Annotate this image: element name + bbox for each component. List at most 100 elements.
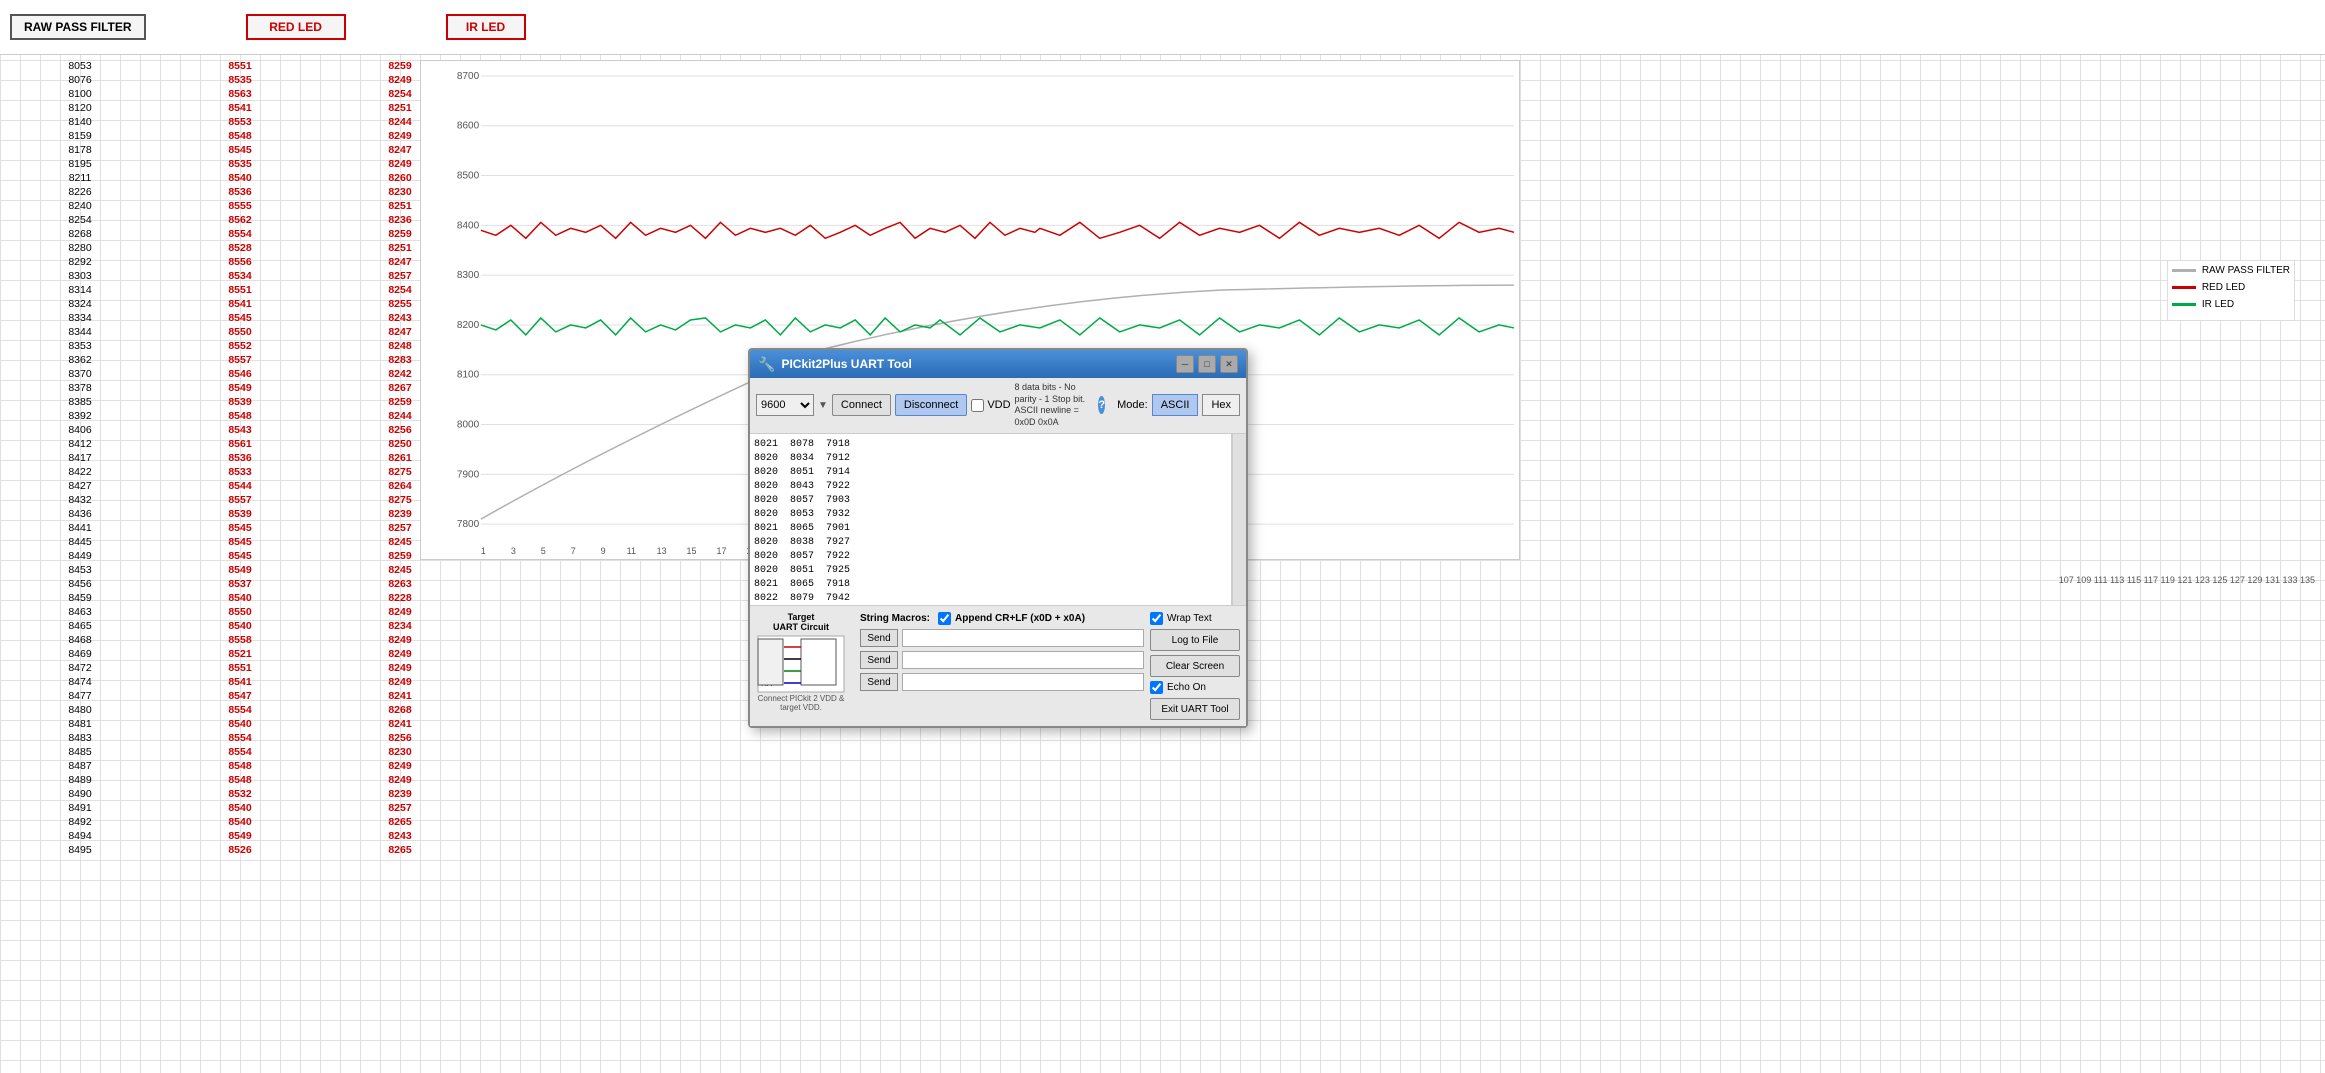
right-buttons: Wrap Text Log to File Clear Screen Echo …	[1150, 612, 1240, 720]
svg-text:8500: 8500	[457, 171, 480, 182]
uart-data-row: 8020 8038 7927	[754, 536, 1227, 550]
dialog-titlebar: 🔧 PICkit2Plus UART Tool ─ □ ✕	[750, 350, 1246, 378]
red-data-cell: 8533	[160, 465, 320, 479]
connect-button[interactable]: Connect	[832, 394, 891, 416]
exit-uart-button[interactable]: Exit UART Tool	[1150, 698, 1240, 720]
send-button-3[interactable]: Send	[860, 673, 898, 691]
ir-data-cell: 8265	[320, 815, 480, 829]
red-data-cell: 8546	[160, 367, 320, 381]
svg-text:8700: 8700	[457, 71, 480, 82]
mode-label: Mode:	[1117, 399, 1148, 411]
svg-text:17: 17	[716, 546, 726, 556]
red-data-cell: 8528	[160, 241, 320, 255]
raw-data-cell: 8456	[0, 577, 160, 591]
raw-data-cell: 8392	[0, 409, 160, 423]
red-data-cell: 8537	[160, 577, 320, 591]
ascii-mode-button[interactable]: ASCII	[1152, 394, 1199, 416]
clear-screen-button[interactable]: Clear Screen	[1150, 655, 1240, 677]
red-data-cell: 8550	[160, 605, 320, 619]
ir-data-cell: 8263	[320, 577, 480, 591]
vdd-checkbox[interactable]	[971, 399, 984, 412]
help-icon[interactable]: ?	[1098, 396, 1105, 414]
red-data-column: 8551853585638541855385488545853585408536…	[160, 55, 320, 1073]
red-data-cell: 8539	[160, 395, 320, 409]
wrap-text-checkbox[interactable]	[1150, 612, 1163, 625]
append-crlf-label: Append CR+LF (x0D + x0A)	[955, 613, 1085, 624]
send-button-2[interactable]: Send	[860, 651, 898, 669]
macro-input-3[interactable]	[902, 673, 1144, 691]
dialog-body: 8021 8078 79188020 8034 79128020 8051 79…	[750, 434, 1246, 605]
svg-text:11: 11	[627, 546, 636, 556]
append-crlf-checkbox[interactable]	[938, 612, 951, 625]
circuit-section: TargetUART Circuit VDD GND TX RX Connect…	[756, 612, 846, 720]
macro-input-1[interactable]	[902, 629, 1144, 647]
uart-dialog: 🔧 PICkit2Plus UART Tool ─ □ ✕ 9600 19200…	[748, 348, 1248, 728]
scrollbar[interactable]	[1232, 434, 1246, 605]
svg-text:8600: 8600	[457, 121, 480, 132]
red-data-cell: 8535	[160, 73, 320, 87]
svg-text:5: 5	[541, 546, 546, 556]
uart-data-row: 8020 8051 7925	[754, 564, 1227, 578]
ir-data-cell: 8249	[320, 661, 480, 675]
raw-data-cell: 8463	[0, 605, 160, 619]
ir-data-cell: 8230	[320, 745, 480, 759]
red-data-cell: 8551	[160, 661, 320, 675]
dialog-title: 🔧 PICkit2Plus UART Tool	[758, 356, 912, 373]
red-data-cell: 8549	[160, 829, 320, 843]
legend-raw-color	[2172, 269, 2196, 272]
raw-data-cell: 8449	[0, 549, 160, 563]
red-data-cell: 8549	[160, 381, 320, 395]
legend-raw: RAW PASS FILTER	[2172, 265, 2290, 276]
raw-data-cell: 8491	[0, 801, 160, 815]
disconnect-button[interactable]: Disconnect	[895, 394, 967, 416]
raw-data-cell: 8441	[0, 521, 160, 535]
red-data-cell: 8541	[160, 297, 320, 311]
raw-data-cell: 8481	[0, 717, 160, 731]
echo-on-checkbox[interactable]	[1150, 681, 1163, 694]
ir-data-cell: 8241	[320, 717, 480, 731]
raw-data-cell: 8280	[0, 241, 160, 255]
uart-data-row: 8021 8065 7918	[754, 578, 1227, 592]
raw-data-cell: 8453	[0, 563, 160, 577]
wrap-text-label: Wrap Text	[1167, 613, 1212, 624]
minimize-button[interactable]: ─	[1176, 355, 1194, 373]
raw-data-cell: 8053	[0, 59, 160, 73]
baud-rate-select[interactable]: 9600 19200 38400 57600 115200	[756, 394, 814, 416]
raw-data-cell: 8487	[0, 759, 160, 773]
dialog-bottom: TargetUART Circuit VDD GND TX RX Connect…	[750, 605, 1246, 726]
log-to-file-button[interactable]: Log to File	[1150, 629, 1240, 651]
uart-data-row: 8020 8034 7912	[754, 452, 1227, 466]
red-data-cell: 8539	[160, 507, 320, 521]
ir-data-cell: 8256	[320, 731, 480, 745]
raw-data-cell: 8362	[0, 353, 160, 367]
send-button-1[interactable]: Send	[860, 629, 898, 647]
legend-ir-color	[2172, 303, 2196, 306]
raw-data-cell: 8140	[0, 115, 160, 129]
red-led-label: RED LED	[246, 14, 346, 40]
red-data-cell: 8563	[160, 87, 320, 101]
ir-data-cell: 8249	[320, 675, 480, 689]
raw-data-cell: 8427	[0, 479, 160, 493]
hex-mode-button[interactable]: Hex	[1202, 394, 1240, 416]
macro-input-2[interactable]	[902, 651, 1144, 669]
raw-data-cell: 8303	[0, 269, 160, 283]
raw-data-column: 8053807681008120814081598178819582118226…	[0, 55, 160, 1073]
red-data-cell: 8540	[160, 801, 320, 815]
red-data-cell: 8526	[160, 843, 320, 857]
red-data-cell: 8558	[160, 633, 320, 647]
macro-row-1: Send	[860, 629, 1144, 647]
svg-text:7: 7	[571, 546, 576, 556]
ir-led-label: IR LED	[446, 14, 526, 40]
append-crlf-row: Append CR+LF (x0D + x0A)	[938, 612, 1085, 625]
raw-data-cell: 8480	[0, 703, 160, 717]
maximize-button[interactable]: □	[1198, 355, 1216, 373]
svg-text:1: 1	[481, 546, 486, 556]
uart-data-display: 8021 8078 79188020 8034 79128020 8051 79…	[750, 434, 1232, 605]
red-data-cell: 8540	[160, 815, 320, 829]
close-button[interactable]: ✕	[1220, 355, 1238, 373]
header-row: RAW PASS FILTER RED LED IR LED	[0, 0, 2325, 55]
ir-data-cell: 8249	[320, 759, 480, 773]
red-data-cell: 8548	[160, 129, 320, 143]
legend-red-color	[2172, 286, 2196, 289]
vdd-checkbox-area: VDD	[971, 399, 1010, 412]
